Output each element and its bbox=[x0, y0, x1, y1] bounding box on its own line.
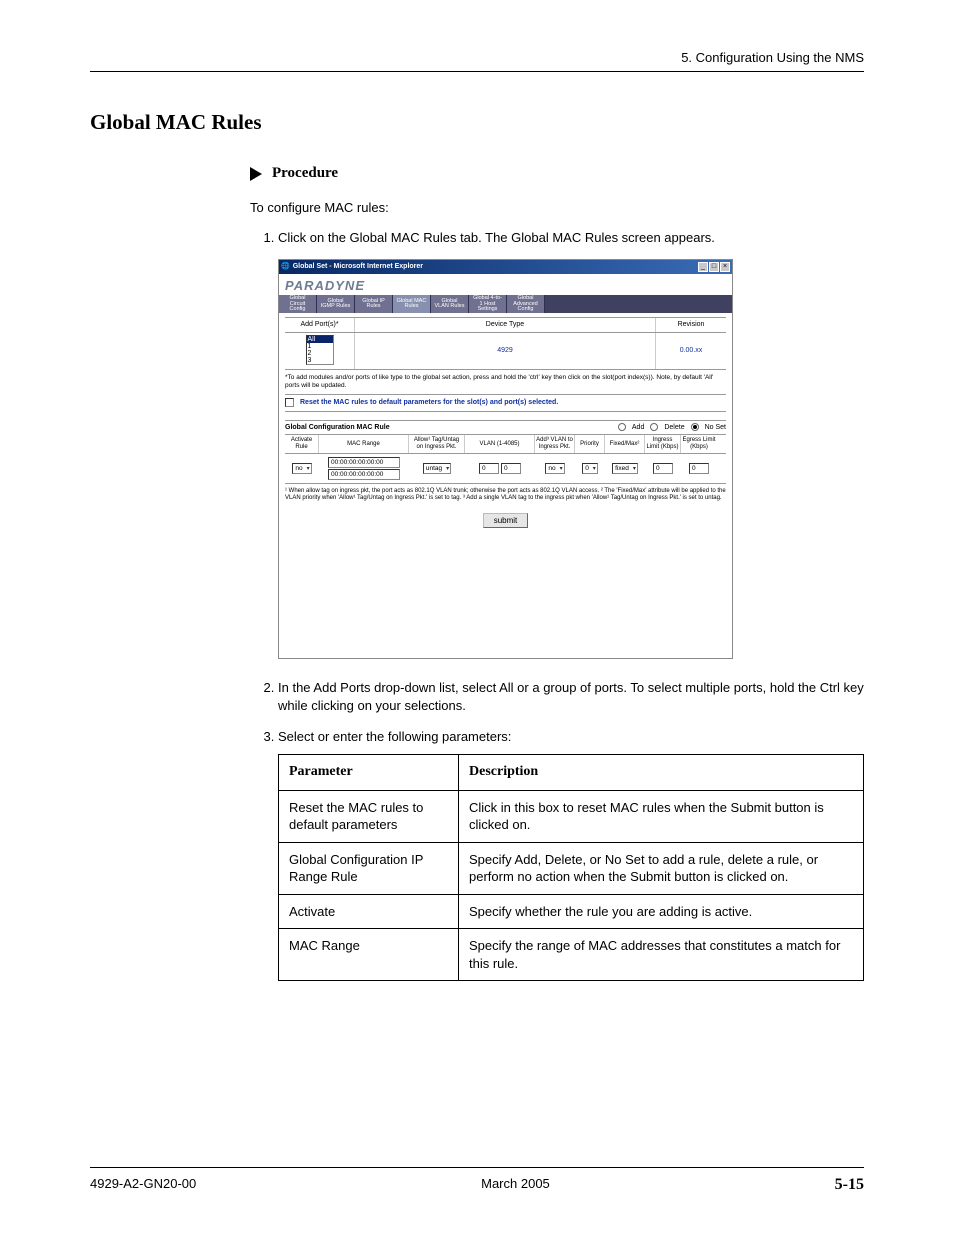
device-type-value: 4929 bbox=[355, 333, 656, 369]
rule-action-radios: Add Delete No Set bbox=[618, 423, 726, 433]
table-row: Activate Specify whether the rule you ar… bbox=[279, 894, 864, 929]
top-rule bbox=[90, 71, 864, 72]
footer-date: March 2005 bbox=[481, 1176, 550, 1194]
egress-input[interactable]: 0 bbox=[689, 463, 709, 474]
procedure-steps: Click on the Global MAC Rules tab. The G… bbox=[250, 229, 864, 981]
triangle-icon bbox=[250, 167, 262, 181]
allow-select[interactable]: untag bbox=[423, 463, 451, 474]
vlan-input-2[interactable]: 0 bbox=[501, 463, 521, 474]
cell-desc: Click in this box to reset MAC rules whe… bbox=[459, 790, 864, 842]
parameter-table: Parameter Description Reset the MAC rule… bbox=[278, 754, 864, 982]
bottom-rule bbox=[90, 1167, 864, 1168]
radio-add[interactable] bbox=[618, 423, 626, 431]
cell-param: MAC Range bbox=[279, 929, 459, 981]
reset-checkbox[interactable] bbox=[285, 398, 294, 407]
port-option-all[interactable]: All bbox=[307, 336, 333, 343]
cell-desc: Specify whether the rule you are adding … bbox=[459, 894, 864, 929]
procedure-intro: To configure MAC rules: bbox=[250, 200, 864, 215]
section-title: Global MAC Rules bbox=[90, 110, 864, 135]
values-row: no 00:00:00:00:00:00 00:00:00:00:00:00 u… bbox=[285, 454, 726, 484]
table-row: Global Configuration IP Range Rule Speci… bbox=[279, 842, 864, 894]
col-priority: Priority bbox=[575, 435, 605, 452]
activate-select[interactable]: no bbox=[292, 463, 311, 474]
tab-global-vlan-rules[interactable]: Global VLAN Rules bbox=[431, 295, 469, 313]
screenshot-global-mac-rules: 🌐 Global Set - Microsoft Internet Explor… bbox=[278, 259, 733, 659]
window-title: Global Set - Microsoft Internet Explorer bbox=[293, 262, 423, 272]
window-buttons: _ □ × bbox=[698, 262, 730, 272]
minimize-icon[interactable]: _ bbox=[698, 262, 708, 272]
vlan-input-1[interactable]: 0 bbox=[479, 463, 499, 474]
revision-value: 0.00.xx bbox=[656, 333, 726, 369]
tab-global-mac-rules[interactable]: Global MAC Rules bbox=[393, 295, 431, 313]
tab-global-advanced-config[interactable]: Global Advanced Config bbox=[507, 295, 545, 313]
col-allow: Allow¹ Tag/Untag on Ingress Pkt. bbox=[409, 435, 465, 452]
table-row: MAC Range Specify the range of MAC addre… bbox=[279, 929, 864, 981]
fixed-max-select[interactable]: fixed bbox=[612, 463, 638, 474]
maximize-icon[interactable]: □ bbox=[709, 262, 719, 272]
col-egress: Egress Limit (Kbps) bbox=[681, 435, 717, 452]
cell-desc: Specify Add, Delete, or No Set to add a … bbox=[459, 842, 864, 894]
th-description: Description bbox=[459, 754, 864, 790]
cell-param: Activate bbox=[279, 894, 459, 929]
tab-global-igmp-rules[interactable]: Global IGMP Rules bbox=[317, 295, 355, 313]
tab-global-ip-rules[interactable]: Global IP Rules bbox=[355, 295, 393, 313]
table-row: Reset the MAC rules to default parameter… bbox=[279, 790, 864, 842]
port-option-3[interactable]: 3 bbox=[307, 357, 333, 364]
col-ingress: Ingress Limit (Kbps) bbox=[645, 435, 681, 452]
procedure-heading: Procedure bbox=[250, 165, 864, 182]
ingress-input[interactable]: 0 bbox=[653, 463, 673, 474]
add-ports-listbox[interactable]: All 1 2 3 bbox=[306, 335, 334, 365]
chapter-header: 5. Configuration Using the NMS bbox=[90, 50, 864, 65]
col-add-vlan: Add³ VLAN to Ingress Pkt. bbox=[535, 435, 575, 452]
col-fixed-max: Fixed/Max² bbox=[605, 435, 645, 452]
reset-label: Reset the MAC rules to default parameter… bbox=[300, 398, 558, 408]
page-footer: 4929-A2-GN20-00 March 2005 5-15 bbox=[90, 1167, 864, 1194]
col-vlan: VLAN (1-4085) bbox=[465, 435, 535, 452]
radio-noset[interactable] bbox=[691, 423, 699, 431]
step-2: In the Add Ports drop-down list, select … bbox=[278, 679, 864, 715]
cell-param: Reset the MAC rules to default parameter… bbox=[279, 790, 459, 842]
columns-header: Activate Rule MAC Range Allow¹ Tag/Untag… bbox=[285, 435, 726, 453]
footer-docno: 4929-A2-GN20-00 bbox=[90, 1176, 196, 1194]
port-option-1[interactable]: 1 bbox=[307, 343, 333, 350]
mac-range-end-input[interactable]: 00:00:00:00:00:00 bbox=[328, 469, 400, 480]
priority-select[interactable]: 0 bbox=[582, 463, 598, 474]
col-activate: Activate Rule bbox=[285, 435, 319, 452]
port-option-2[interactable]: 2 bbox=[307, 350, 333, 357]
window-titlebar: 🌐 Global Set - Microsoft Internet Explor… bbox=[279, 260, 732, 274]
brand-logo: PARADYNE bbox=[279, 274, 732, 295]
footnotes: ¹ When allow tag on ingress pkt, the por… bbox=[285, 488, 726, 503]
header-revision: Revision bbox=[656, 318, 726, 332]
th-parameter: Parameter bbox=[279, 754, 459, 790]
step-1: Click on the Global MAC Rules tab. The G… bbox=[278, 229, 864, 659]
reset-row: Reset the MAC rules to default parameter… bbox=[285, 394, 726, 412]
add-vlan-select[interactable]: no bbox=[545, 463, 564, 474]
close-icon[interactable]: × bbox=[720, 262, 730, 272]
cell-desc: Specify the range of MAC addresses that … bbox=[459, 929, 864, 981]
footer-page: 5-15 bbox=[835, 1176, 864, 1194]
tab-global-circuit-config[interactable]: Global Circuit Config bbox=[279, 295, 317, 313]
cell-param: Global Configuration IP Range Rule bbox=[279, 842, 459, 894]
header-device-type: Device Type bbox=[355, 318, 656, 332]
mac-range-start-input[interactable]: 00:00:00:00:00:00 bbox=[328, 457, 400, 468]
ie-icon: 🌐 bbox=[281, 262, 290, 272]
gcfg-title: Global Configuration MAC Rule bbox=[285, 423, 390, 433]
col-mac-range: MAC Range bbox=[319, 435, 409, 452]
tab-bar: Global Circuit Config Global IGMP Rules … bbox=[279, 295, 732, 313]
step-3: Select or enter the following parameters… bbox=[278, 728, 864, 982]
ports-note: *To add modules and/or ports of like typ… bbox=[285, 374, 726, 390]
tab-global-host-settings[interactable]: Global 4-to-1 Host Settings bbox=[469, 295, 507, 313]
procedure-label: Procedure bbox=[272, 165, 338, 182]
header-add-ports: Add Port(s)* bbox=[285, 318, 355, 332]
submit-button[interactable]: submit bbox=[483, 513, 529, 528]
radio-delete[interactable] bbox=[650, 423, 658, 431]
